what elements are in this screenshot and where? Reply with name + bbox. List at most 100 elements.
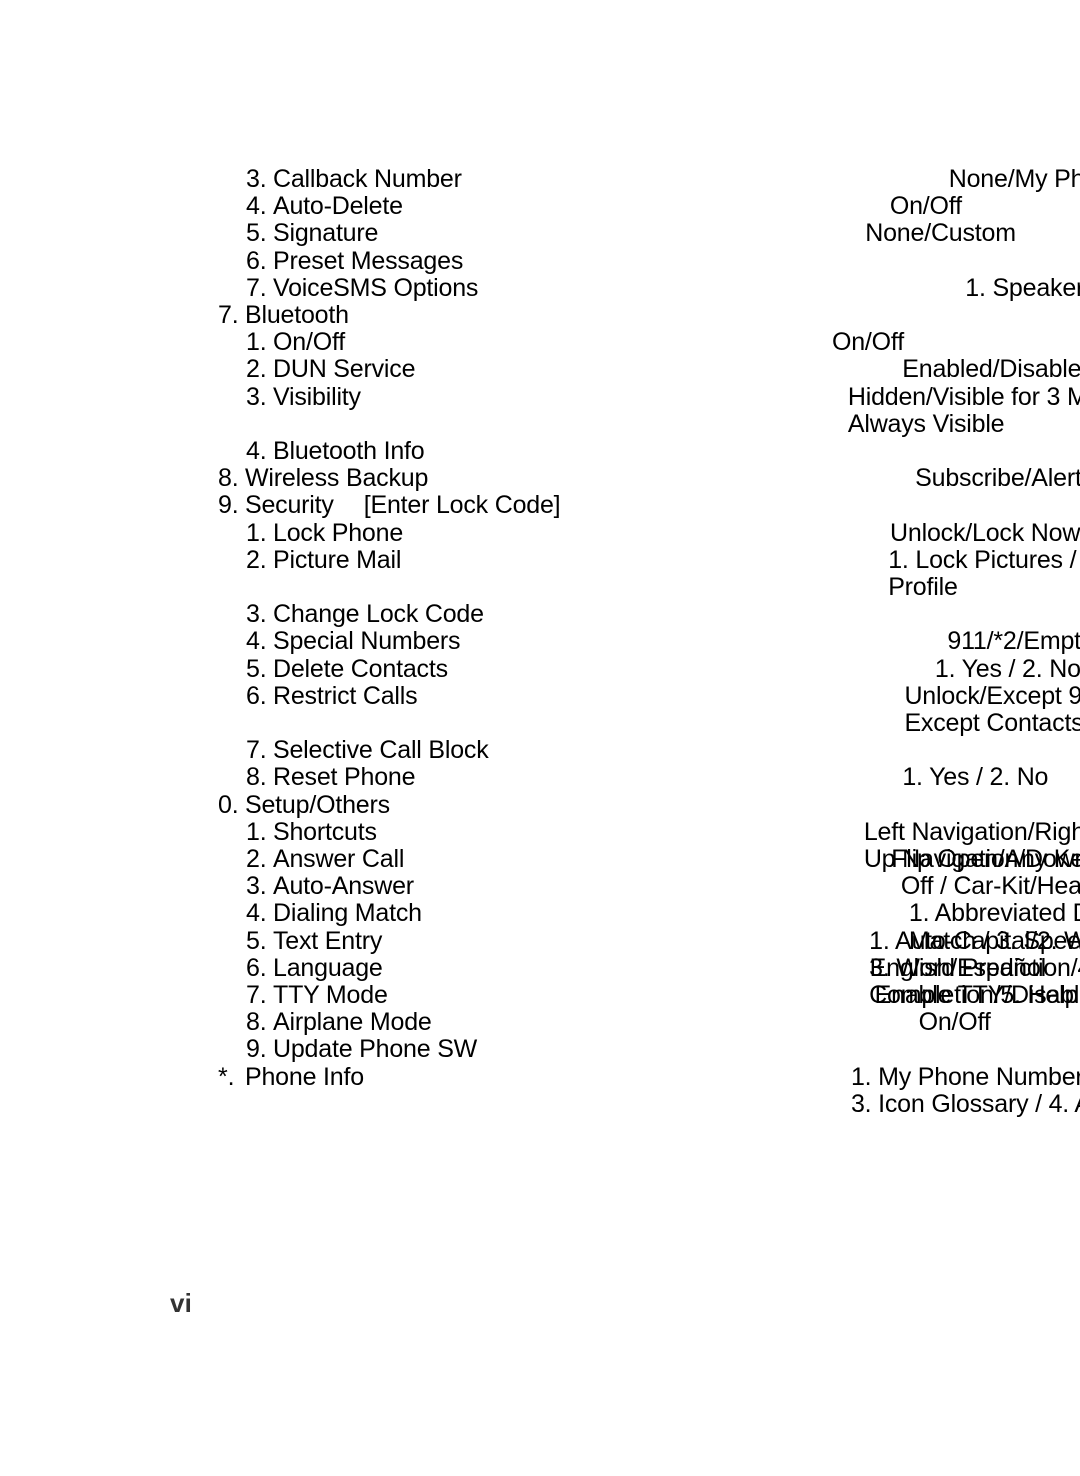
menu-row: 1.ShortcutsLeft Navigation/Right Navigat… bbox=[0, 817, 1080, 873]
menu-row-name: Selective Call Block bbox=[273, 736, 489, 765]
menu-row-label: 3. Auto-Answer bbox=[0, 873, 414, 900]
menu-row-number: 4. bbox=[246, 627, 267, 656]
menu-row-value: None/My Phone Number/Other bbox=[948, 165, 1080, 193]
menu-row-number: 6. bbox=[246, 953, 267, 982]
menu-row-name: Callback Number bbox=[273, 165, 462, 193]
menu-row-number: 5. bbox=[246, 926, 267, 955]
menu-row: 4. Bluetooth Info bbox=[0, 437, 1080, 466]
menu-row-value: None/Custom bbox=[865, 219, 1016, 248]
menu-row-number: *. bbox=[218, 1062, 235, 1091]
menu-row-name: Lock Phone bbox=[273, 518, 404, 547]
menu-row-name: Setup/Others bbox=[245, 790, 390, 819]
menu-row-number: 4. bbox=[246, 437, 267, 466]
menu-row: 8. Airplane Mode On/Off bbox=[0, 1009, 1080, 1036]
menu-row-number: 2. bbox=[246, 845, 267, 874]
menu-row-label: 7. TTY Mode bbox=[0, 981, 388, 1010]
menu-row: 7. Selective Call Block bbox=[0, 737, 1080, 764]
menu-row-name: Bluetooth Info bbox=[273, 437, 425, 466]
menu-row-name: Language bbox=[273, 953, 383, 982]
menu-row-number: 8. bbox=[218, 464, 239, 493]
menu-row-name: Delete Contacts bbox=[273, 654, 448, 683]
menu-row-name: Signature bbox=[273, 219, 379, 248]
menu-row-number: 9. bbox=[218, 491, 239, 520]
menu-row-value: Enable TTY/Disable TTY bbox=[874, 981, 1080, 1010]
menu-row-number: 4. bbox=[246, 192, 267, 221]
page-number: vi bbox=[170, 1288, 193, 1318]
menu-row-name: Picture Mail bbox=[273, 545, 402, 574]
menu-row-label: 5. Signature bbox=[0, 220, 378, 247]
menu-row-name: Wireless Backup bbox=[245, 464, 429, 493]
menu-row-value: Enabled/Disabled bbox=[902, 355, 1080, 384]
menu-row-label: 0. Setup/Others bbox=[0, 790, 390, 819]
menu-row-value: 1. Speaker Phone / 2. From Name bbox=[965, 273, 1080, 302]
menu-row-name: TTY Mode bbox=[273, 981, 388, 1010]
menu-row-label: 7. VoiceSMS Options bbox=[0, 273, 479, 302]
menu-row: 1.Lock Phone Unlock/Lock Now/On Power Up bbox=[0, 518, 1080, 547]
menu-row: 7.VoiceSMS Options 1. Speaker Phone / 2. … bbox=[0, 273, 1080, 302]
menu-row-label: 1. Lock Phone bbox=[0, 518, 404, 547]
menu-row-name: VoiceSMS Options bbox=[273, 273, 479, 302]
menu-row-label: 8. Airplane Mode bbox=[0, 1009, 432, 1036]
menu-row-value: Flip Open/Any Key / TALK Only bbox=[891, 845, 1080, 874]
menu-row-number: 7. bbox=[218, 301, 239, 330]
menu-row-label: 2. DUN Service bbox=[0, 356, 415, 383]
menu-row-value: Subscribe/Alert/Learn More bbox=[915, 464, 1080, 493]
menu-row: 3.Auto-Answer Off / Car-Kit/Headset bbox=[0, 873, 1080, 900]
menu-row-number: 0. bbox=[218, 790, 239, 819]
menu-row-name: Security bbox=[245, 491, 334, 520]
menu-row: 2. DUN Service Enabled/Disabled bbox=[0, 356, 1080, 383]
menu-row-number: 2. bbox=[246, 545, 267, 574]
menu-row-value: On/Off bbox=[889, 192, 962, 221]
document-page: 3. Callback Number None/My Phone Number/Ot… bbox=[0, 0, 1080, 1476]
menu-row-number: 5. bbox=[246, 219, 267, 248]
menu-row: 5. Signature None/Custom bbox=[0, 220, 1080, 247]
menu-row: 2.Answer Call Flip Open/Any Key / TALK On… bbox=[0, 845, 1080, 874]
menu-row: 5.Text Entry1. Auto-Capital/2. Word Choi… bbox=[0, 926, 1080, 1009]
menu-row-name: Phone Info bbox=[245, 1062, 364, 1091]
menu-row: 0. Setup/Others bbox=[0, 790, 1080, 819]
menu-row-number: 7. bbox=[246, 273, 267, 302]
menu-row-label: 5. Text Entry bbox=[0, 926, 382, 955]
menu-row-value: Off / Car-Kit/Headset bbox=[900, 872, 1080, 901]
menu-row-label: 9. Security [Enter Lock Code] bbox=[0, 491, 561, 520]
menu-row-value: Unlock/Lock Now/On Power Up bbox=[890, 518, 1080, 547]
menu-row-value: 1. Lock Pictures / 2. Update Picture Mai… bbox=[888, 545, 1077, 602]
menu-row-label: 8. Reset Phone bbox=[0, 764, 416, 791]
menu-row-number: 3. bbox=[246, 600, 267, 629]
menu-row-number: 3. bbox=[246, 872, 267, 901]
menu-row: 7.TTY Mode Enable TTY/Disable TTY bbox=[0, 981, 1080, 1010]
menu-row-number: 3. bbox=[246, 382, 267, 411]
menu-row-value: Hidden/Visible for 3 Min/ Always Visible bbox=[847, 382, 1080, 438]
menu-row-name: Special Numbers bbox=[273, 627, 461, 656]
menu-row-name: Change Lock Code bbox=[273, 600, 484, 629]
menu-row: 9. Update Phone SW bbox=[0, 1036, 1080, 1063]
menu-row: 9. Security [Enter Lock Code] bbox=[0, 492, 1080, 519]
menu-row-number: 6. bbox=[246, 246, 267, 275]
menu-row-label: 3. Visibility bbox=[0, 382, 361, 411]
menu-row-name: Answer Call bbox=[273, 845, 405, 874]
menu-outline-list: 3. Callback Number None/My Phone Number/Ot… bbox=[0, 165, 1080, 1117]
menu-row-label: 4. Special Numbers bbox=[0, 627, 461, 656]
menu-row-name: Shortcuts bbox=[273, 817, 377, 846]
menu-row-name: On/Off bbox=[273, 328, 345, 357]
menu-row-name: Airplane Mode bbox=[273, 1008, 432, 1037]
menu-row-number: 6. bbox=[246, 681, 267, 710]
menu-row-number: 1. bbox=[246, 328, 267, 357]
menu-row-note: [Enter Lock Code] bbox=[363, 491, 561, 520]
menu-row-number: 9. bbox=[246, 1035, 267, 1064]
menu-row: 6.Restrict Calls Unlock/Except 911/Except… bbox=[0, 681, 1080, 737]
menu-row-label: 7. Selective Call Block bbox=[0, 737, 489, 764]
menu-row-number: 5. bbox=[246, 654, 267, 683]
menu-row-label: 4. Dialing Match bbox=[0, 900, 422, 927]
menu-row: 1. On/Off On/Off bbox=[0, 329, 1080, 356]
menu-row-number: 1. bbox=[246, 518, 267, 547]
menu-row-value: 911/*2/Empty bbox=[947, 627, 1080, 656]
menu-row-label: 2. Picture Mail bbox=[0, 545, 402, 574]
menu-row-name: Restrict Calls bbox=[273, 681, 418, 710]
menu-row-value: Unlock/Except 911/Except Special #s/ Exc… bbox=[904, 681, 1080, 738]
menu-row-value: English/Español bbox=[869, 953, 1046, 982]
menu-row-label: 8. Wireless Backup bbox=[0, 465, 428, 492]
menu-row: 8. Reset Phone 1. Yes / 2. No bbox=[0, 764, 1080, 791]
menu-row-number: 8. bbox=[246, 1008, 267, 1037]
menu-row-name: Visibility bbox=[273, 382, 361, 411]
